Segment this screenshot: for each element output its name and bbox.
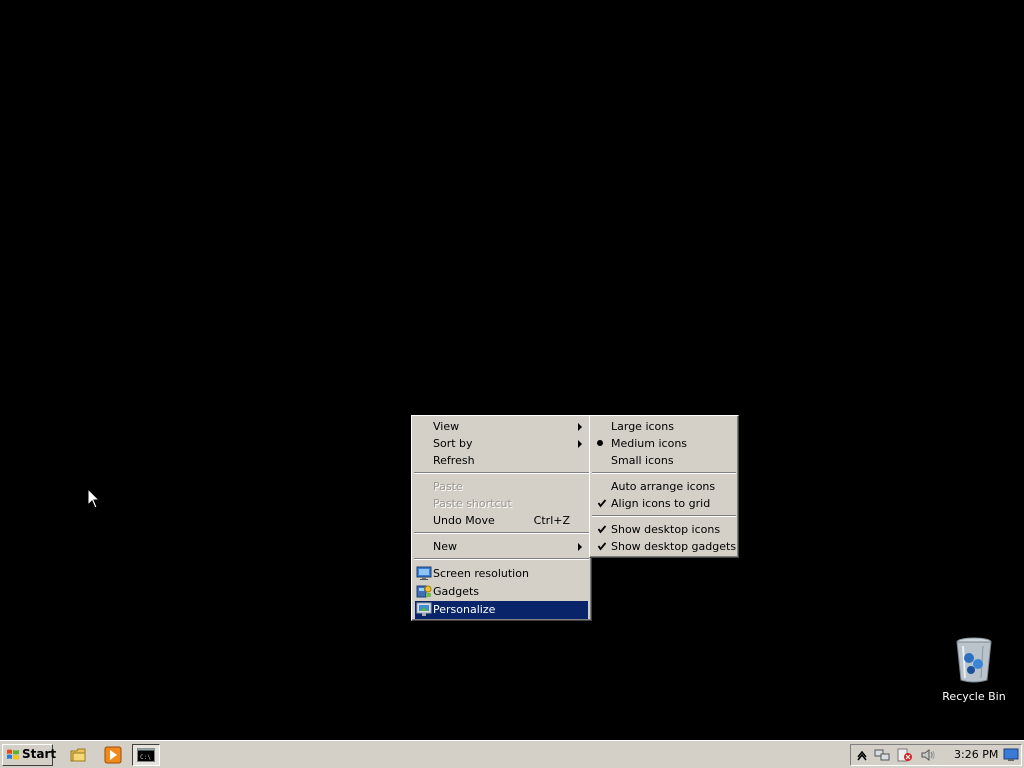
menu-item-label: Screen resolution <box>433 567 529 580</box>
submenu-arrow-icon <box>578 423 582 431</box>
network-icon[interactable] <box>874 748 890 762</box>
desktop-context-menu: View Sort by Refresh Paste Paste shortcu… <box>411 415 592 621</box>
radio-bullet-icon <box>597 440 603 446</box>
menu-item-refresh[interactable]: Refresh <box>415 452 588 469</box>
menu-item-personalize[interactable]: Personalize <box>415 601 588 619</box>
start-button[interactable]: Start <box>2 744 57 766</box>
menu-item-label: Refresh <box>433 454 475 467</box>
menu-item-label: Show desktop gadgets <box>611 540 737 553</box>
media-player-icon[interactable] <box>104 746 122 764</box>
menu-item-screen-resolution[interactable]: Screen resolution <box>415 565 588 583</box>
menu-separator <box>414 558 589 560</box>
submenu-arrow-icon <box>578 440 582 448</box>
menu-item-auto-arrange-icons[interactable]: Auto arrange icons <box>593 478 735 495</box>
menu-item-label: Medium icons <box>611 437 688 450</box>
menu-item-label: View <box>433 420 460 433</box>
recycle-bin-icon <box>956 637 992 683</box>
system-tray: 3:26 PM <box>850 744 1022 766</box>
menu-item-new[interactable]: New <box>415 538 588 555</box>
menu-item-paste-shortcut: Paste shortcut <box>415 495 588 512</box>
checkmark-icon <box>597 525 607 534</box>
menu-item-label: Personalize <box>433 603 496 616</box>
menu-item-label: Large icons <box>611 420 674 433</box>
svg-text:C:\: C:\ <box>140 754 151 761</box>
menu-item-sort-by[interactable]: Sort by <box>415 435 588 452</box>
windows-flag-icon <box>7 749 19 760</box>
gadgets-icon <box>416 585 432 598</box>
checkmark-icon <box>597 499 607 508</box>
menu-item-undo-move[interactable]: Undo Move Ctrl+Z <box>415 512 588 529</box>
show-hidden-icons-icon[interactable] <box>854 748 870 762</box>
show-desktop-icon[interactable] <box>1003 748 1019 762</box>
menu-item-label: Paste shortcut <box>433 497 512 510</box>
menu-item-label: Align icons to grid <box>611 497 711 510</box>
view-submenu: Large icons Medium icons Small icons Aut… <box>589 415 739 558</box>
personalize-icon <box>416 602 432 616</box>
volume-icon[interactable] <box>920 748 936 762</box>
menu-separator <box>414 472 589 474</box>
menu-item-label: Small icons <box>611 454 674 467</box>
menu-item-label: Undo Move <box>433 514 495 527</box>
desktop[interactable]: Recycle Bin View Sort by Refresh Paste P… <box>0 0 1024 740</box>
menu-item-small-icons[interactable]: Small icons <box>593 452 735 469</box>
action-center-error-icon[interactable] <box>897 748 913 762</box>
mouse-cursor-icon <box>87 488 101 509</box>
taskbar: Start C:\ 3:26 PM <box>0 740 1024 768</box>
menu-item-align-icons-to-grid[interactable]: Align icons to grid <box>593 495 735 512</box>
menu-item-label: Show desktop icons <box>611 523 721 536</box>
recycle-bin-label: Recycle Bin <box>942 690 1006 703</box>
command-prompt-icon: C:\ <box>137 748 155 762</box>
screen-resolution-icon <box>416 566 432 580</box>
clock[interactable]: 3:26 PM <box>954 748 998 761</box>
menu-item-shortcut: Ctrl+Z <box>533 514 570 527</box>
menu-item-paste: Paste <box>415 478 588 495</box>
menu-item-label: Auto arrange icons <box>611 480 716 493</box>
menu-separator <box>414 532 589 534</box>
command-prompt-taskbar-button[interactable]: C:\ <box>132 744 160 766</box>
submenu-arrow-icon <box>578 543 582 551</box>
menu-item-view[interactable]: View <box>415 418 588 435</box>
menu-item-label: New <box>433 540 457 553</box>
menu-item-large-icons[interactable]: Large icons <box>593 418 735 435</box>
menu-item-gadgets[interactable]: Gadgets <box>415 583 588 601</box>
menu-item-show-desktop-icons[interactable]: Show desktop icons <box>593 521 735 538</box>
menu-item-label: Paste <box>433 480 463 493</box>
menu-separator <box>592 515 736 517</box>
menu-item-medium-icons[interactable]: Medium icons <box>593 435 735 452</box>
recycle-bin[interactable]: Recycle Bin <box>938 636 1010 703</box>
menu-item-label: Sort by <box>433 437 473 450</box>
menu-separator <box>592 472 736 474</box>
explorer-icon[interactable] <box>70 746 88 764</box>
start-label: Start <box>22 747 57 761</box>
menu-item-label: Gadgets <box>433 585 480 598</box>
menu-item-show-desktop-gadgets[interactable]: Show desktop gadgets <box>593 538 737 555</box>
checkmark-icon <box>597 542 607 551</box>
